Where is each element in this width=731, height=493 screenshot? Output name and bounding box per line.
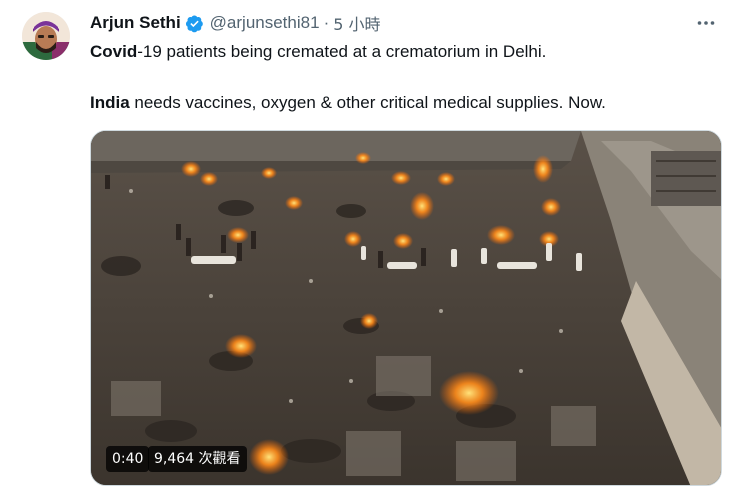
avatar[interactable] xyxy=(22,12,70,60)
tweet[interactable]: Arjun Sethi @arjunsethi81 · 5 小時 Covid-1… xyxy=(0,0,731,493)
timestamp[interactable]: 5 小時 xyxy=(333,11,380,35)
video-player[interactable] xyxy=(90,130,722,486)
more-horizontal-icon[interactable] xyxy=(693,10,719,36)
tweet-header: Arjun Sethi @arjunsethi81 · 5 小時 xyxy=(90,12,381,34)
tweet-text-line-2: India needs vaccines, oxygen & other cri… xyxy=(90,92,710,114)
tweet-text-rest-2: needs vaccines, oxygen & other critical … xyxy=(129,93,606,112)
tweet-text-line-1: Covid-19 patients being cremated at a cr… xyxy=(90,41,710,63)
verified-badge-icon xyxy=(185,14,204,33)
display-name[interactable]: Arjun Sethi xyxy=(90,13,181,33)
video-frame xyxy=(91,131,721,485)
author-handle[interactable]: @arjunsethi81 xyxy=(210,13,320,33)
bold-word-india: India xyxy=(90,93,130,112)
separator-dot: · xyxy=(323,13,330,32)
video-view-count: 9,464 次觀看 xyxy=(148,446,247,472)
bold-word-covid: Covid xyxy=(90,42,138,61)
tweet-text-rest-1: -19 patients being cremated at a cremato… xyxy=(137,42,547,61)
video-duration-badge: 0:40 xyxy=(106,446,150,472)
